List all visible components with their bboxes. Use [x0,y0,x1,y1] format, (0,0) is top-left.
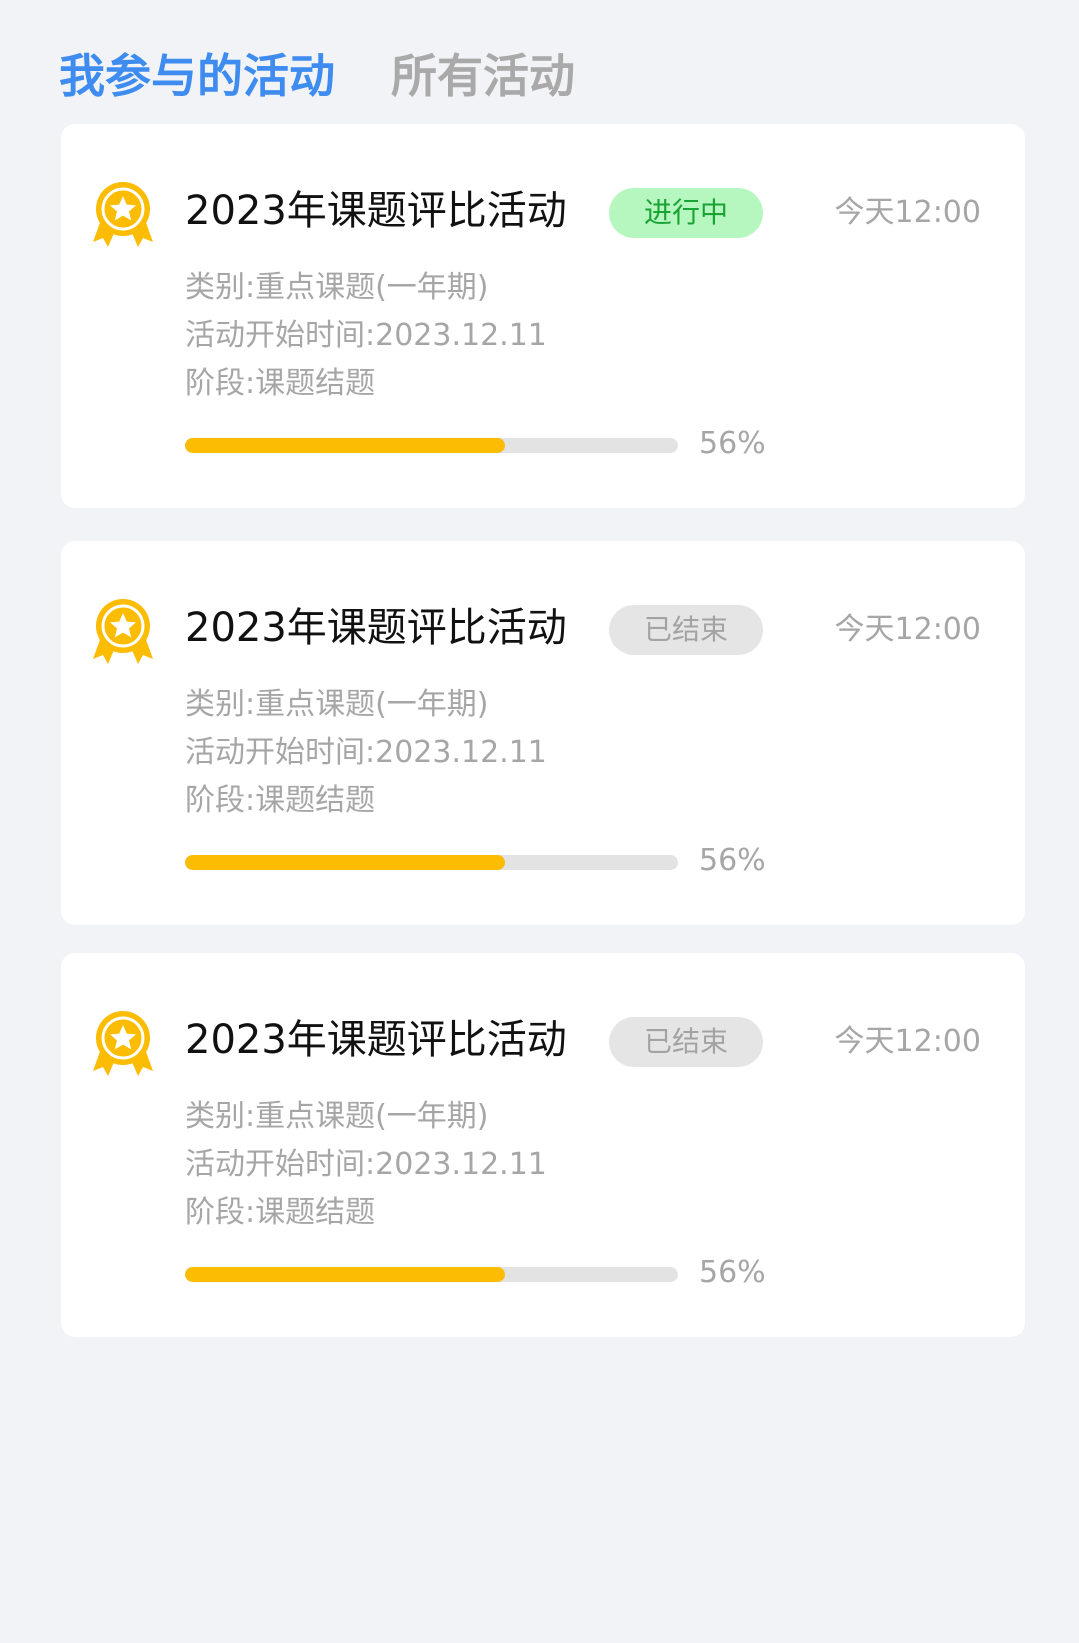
activity-card[interactable]: 2023年课题评比活动 已结束 今天12:00 类别:重点课题(一年期) 活动开… [61,541,1025,925]
activity-start-time: 活动开始时间:2023.12.11 [185,318,547,353]
tab-bar: 我参与的活动 所有活动 [59,46,575,106]
activity-card[interactable]: 2023年课题评比活动 已结束 今天12:00 类别:重点课题(一年期) 活动开… [61,953,1025,1337]
activity-category: 类别:重点课题(一年期) [185,270,489,305]
activity-title: 2023年课题评比活动 [185,188,567,234]
medal-icon [93,599,153,664]
status-badge: 进行中 [609,188,763,238]
activity-time: 今天12:00 [834,195,981,230]
tab-my-activities[interactable]: 我参与的活动 [59,46,335,106]
activity-category: 类别:重点课题(一年期) [185,687,489,722]
tab-all-activities[interactable]: 所有活动 [391,46,575,106]
progress-bar-fill [185,438,506,453]
activity-title: 2023年课题评比活动 [185,1017,567,1063]
activity-time: 今天12:00 [834,612,981,647]
progress-percent: 56% [699,843,766,878]
progress-percent: 56% [699,1255,766,1290]
activity-category: 类别:重点课题(一年期) [185,1099,489,1134]
progress-bar [185,855,678,870]
activity-time: 今天12:00 [834,1024,981,1059]
medal-icon [93,182,153,247]
status-badge: 已结束 [609,605,763,655]
status-badge: 已结束 [609,1017,763,1067]
activity-stage: 阶段:课题结题 [185,783,376,818]
medal-icon [93,1011,153,1076]
activity-stage: 阶段:课题结题 [185,366,376,401]
activity-start-time: 活动开始时间:2023.12.11 [185,735,547,770]
progress-bar-fill [185,855,506,870]
activity-stage: 阶段:课题结题 [185,1195,376,1230]
progress-percent: 56% [699,426,766,461]
progress-bar-fill [185,1267,506,1282]
activity-title: 2023年课题评比活动 [185,605,567,651]
progress-bar [185,438,678,453]
progress-bar [185,1267,678,1282]
activity-start-time: 活动开始时间:2023.12.11 [185,1147,547,1182]
activity-card[interactable]: 2023年课题评比活动 进行中 今天12:00 类别:重点课题(一年期) 活动开… [61,124,1025,508]
